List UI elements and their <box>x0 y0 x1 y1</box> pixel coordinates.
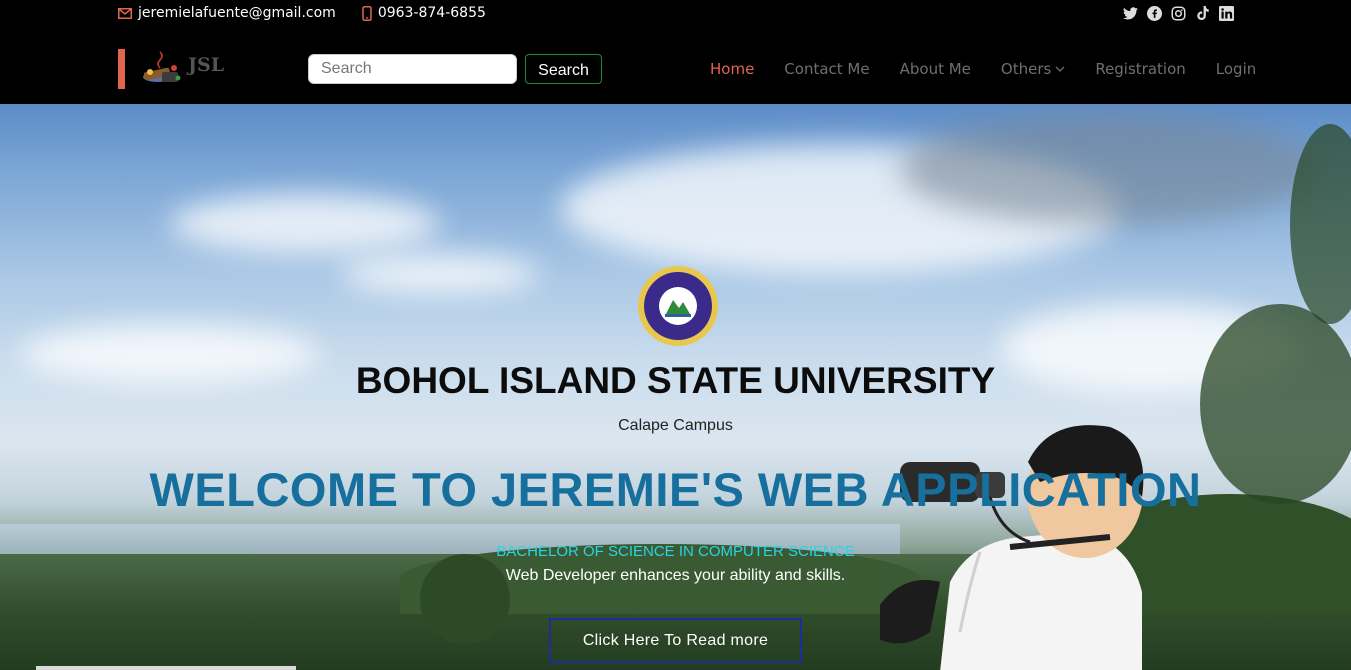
contact-info: jeremielafuente@gmail.com 0963-874-6855 <box>118 5 512 21</box>
hero-section: BOHOL ISLAND STATE UNIVERSITY Calape Cam… <box>0 104 1351 670</box>
tiktok-icon[interactable] <box>1195 6 1210 21</box>
read-more-button[interactable]: Click Here To Read more <box>549 618 802 663</box>
course-text: BACHELOR OF SCIENCE IN COMPUTER SCIENCE <box>496 543 855 560</box>
logo-accent-bar <box>118 49 125 89</box>
instagram-icon[interactable] <box>1171 6 1186 21</box>
envelope-icon <box>118 7 132 19</box>
email-link[interactable]: jeremielafuente@gmail.com <box>118 5 336 21</box>
nav-about-me[interactable]: About Me <box>900 60 971 78</box>
chevron-down-icon <box>1055 66 1065 72</box>
nav-contact-me[interactable]: Contact Me <box>784 60 869 78</box>
main-header: JSL Search Home Contact Me About Me Othe… <box>0 30 1351 104</box>
top-contact-bar: jeremielafuente@gmail.com 0963-874-6855 <box>0 0 1351 30</box>
nav-login[interactable]: Login <box>1216 60 1256 78</box>
twitter-icon[interactable] <box>1123 6 1138 21</box>
nav-home[interactable]: Home <box>710 60 754 78</box>
phone-text: 0963-874-6855 <box>377 5 486 21</box>
university-seal-logo <box>638 266 718 346</box>
cloud <box>900 114 1320 224</box>
cloud <box>170 194 440 254</box>
horizontal-scrollbar[interactable] <box>36 666 296 670</box>
main-nav: Home Contact Me About Me Others Registra… <box>710 60 1256 78</box>
phone-icon <box>362 5 372 21</box>
logo-text: JSL <box>188 54 225 76</box>
tagline-text: Web Developer enhances your ability and … <box>505 567 846 584</box>
phone-link[interactable]: 0963-874-6855 <box>362 5 486 21</box>
campus-subtitle: Calape Campus <box>618 417 733 434</box>
linkedin-icon[interactable] <box>1219 6 1234 21</box>
search-button[interactable]: Search <box>525 54 602 84</box>
nav-others-dropdown[interactable]: Others <box>1001 60 1065 78</box>
search-input[interactable] <box>308 54 517 84</box>
university-title: BOHOL ISLAND STATE UNIVERSITY <box>355 360 996 401</box>
email-text: jeremielafuente@gmail.com <box>138 5 336 21</box>
welcome-heading: WELCOME TO JEREMIE'S WEB APPLICATION <box>149 463 1202 516</box>
nav-registration[interactable]: Registration <box>1095 60 1185 78</box>
logo-icon[interactable] <box>140 50 184 86</box>
social-links <box>1123 6 1234 21</box>
nav-others-label: Others <box>1000 60 1052 78</box>
cloud <box>340 254 540 294</box>
facebook-icon[interactable] <box>1147 6 1162 21</box>
